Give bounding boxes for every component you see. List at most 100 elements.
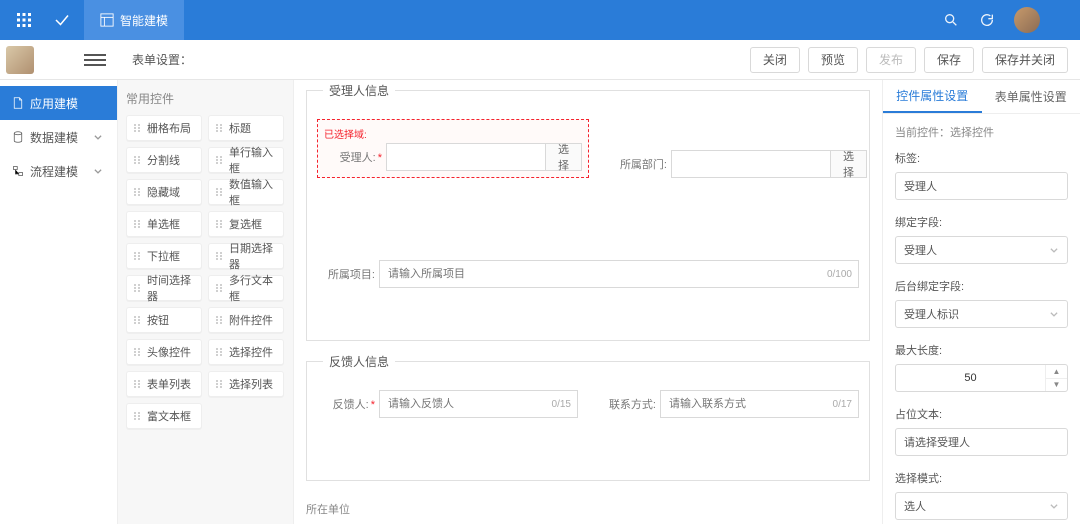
assignee-input[interactable]: 选择 [386, 143, 582, 171]
palette-chip[interactable]: 隐藏域 [126, 179, 202, 205]
assignee-field[interactable] [387, 144, 545, 170]
palette-chip[interactable]: 选择控件 [208, 339, 284, 365]
drag-handle-icon [215, 187, 225, 197]
palette-chip[interactable]: 头像控件 [126, 339, 202, 365]
chip-label: 多行文本框 [229, 272, 277, 304]
database-icon [12, 131, 24, 143]
apps-grid-icon[interactable] [10, 6, 38, 34]
prop-maxlen-title: 最大长度: [895, 342, 1068, 358]
palette-chip[interactable]: 标题 [208, 115, 284, 141]
breadcrumb[interactable]: 智能建模 [84, 0, 184, 40]
prop-bind-select[interactable]: 受理人 [895, 236, 1068, 264]
sub-bar: 表单设置： 关闭 预览 发布 保存 保存并关闭 [0, 40, 1080, 80]
unit-label: 所在单位 [306, 501, 870, 517]
project-input[interactable]: 0/100 [379, 260, 859, 288]
prop-maxlen-input[interactable]: 50 ▲ ▼ [895, 364, 1068, 392]
chip-label: 单行输入框 [229, 144, 277, 176]
prop-placeholder-title: 占位文本: [895, 406, 1068, 422]
chevron-down-icon [1049, 501, 1059, 511]
palette-chip[interactable]: 富文本框 [126, 403, 202, 429]
widget-palette: 常用控件 栅格布局标题分割线单行输入框隐藏域数值输入框单选框复选框下拉框日期选择… [118, 80, 294, 524]
palette-chip[interactable]: 多行文本框 [208, 275, 284, 301]
user-avatar[interactable] [1014, 7, 1040, 33]
reporter-input[interactable]: 0/15 [379, 390, 578, 418]
palette-chip[interactable]: 栅格布局 [126, 115, 202, 141]
drag-handle-icon [133, 155, 143, 165]
prop-placeholder-input[interactable] [895, 428, 1068, 456]
drag-handle-icon [133, 379, 143, 389]
prop-label-input[interactable] [895, 172, 1068, 200]
stepper-down-icon[interactable]: ▼ [1046, 379, 1067, 392]
drag-handle-icon [215, 251, 225, 261]
nav-label: 应用建模 [30, 95, 78, 112]
chip-label: 头像控件 [147, 344, 191, 360]
chip-label: 标题 [229, 120, 251, 136]
chip-label: 选择控件 [229, 344, 273, 360]
palette-chip[interactable]: 分割线 [126, 147, 202, 173]
refresh-icon[interactable] [972, 5, 1002, 35]
prop-backend-title: 后台绑定字段: [895, 278, 1068, 294]
drag-handle-icon [215, 315, 225, 325]
prop-mode-title: 选择模式: [895, 470, 1068, 486]
drag-handle-icon [133, 251, 143, 261]
contact-counter: 0/17 [833, 399, 858, 410]
dept-pick-button[interactable]: 选择 [830, 151, 866, 177]
palette-chip[interactable]: 下拉框 [126, 243, 202, 269]
palette-chip[interactable]: 表单列表 [126, 371, 202, 397]
selected-hint: 已选择域: [324, 126, 582, 141]
selected-widget-wrapper[interactable]: 已选择域: 受理人:* 选择 [317, 119, 589, 178]
nav-flow-modeling[interactable]: 流程建模 [0, 154, 117, 188]
form-canvas: 受理人信息 已选择域: 受理人:* 选择 所属部门: [294, 80, 882, 524]
palette-chip[interactable]: 日期选择器 [208, 243, 284, 269]
palette-chip[interactable]: 数值输入框 [208, 179, 284, 205]
save-button[interactable]: 保存 [924, 47, 974, 73]
layout-icon [100, 13, 114, 27]
chevron-down-icon [93, 166, 103, 176]
chip-label: 隐藏域 [147, 184, 180, 200]
nav-data-modeling[interactable]: 数据建模 [0, 120, 117, 154]
stepper-up-icon[interactable]: ▲ [1046, 365, 1067, 379]
prop-mode-select[interactable]: 选人 [895, 492, 1068, 520]
document-icon [12, 97, 24, 109]
prop-backend-select[interactable]: 受理人标识 [895, 300, 1068, 328]
preview-button[interactable]: 预览 [808, 47, 858, 73]
prop-bind-title: 绑定字段: [895, 214, 1068, 230]
chip-label: 选择列表 [229, 376, 273, 392]
chip-label: 单选框 [147, 216, 180, 232]
chip-label: 栅格布局 [147, 120, 191, 136]
chip-label: 复选框 [229, 216, 262, 232]
top-bar: 智能建模 [0, 0, 1080, 40]
workspace-avatar [6, 46, 34, 74]
reporter-field[interactable] [380, 391, 552, 417]
tab-widget-props[interactable]: 控件属性设置 [883, 80, 982, 113]
project-label: 所属项目: [317, 266, 375, 282]
tab-form-props[interactable]: 表单属性设置 [982, 80, 1080, 113]
palette-chip[interactable]: 单行输入框 [208, 147, 284, 173]
chip-label: 数值输入框 [229, 176, 277, 208]
project-field[interactable] [380, 261, 827, 287]
chip-label: 表单列表 [147, 376, 191, 392]
dept-input[interactable]: 选择 [671, 150, 867, 178]
brand-icon [48, 6, 76, 34]
palette-chip[interactable]: 复选框 [208, 211, 284, 237]
search-icon[interactable] [936, 5, 966, 35]
contact-field[interactable] [661, 391, 833, 417]
palette-chip[interactable]: 时间选择器 [126, 275, 202, 301]
publish-button[interactable]: 发布 [866, 47, 916, 73]
section-reporter: 反馈人信息 反馈人:* 0/15 联系方式: 0/17 [306, 361, 870, 481]
menu-toggle-icon[interactable] [84, 49, 106, 71]
chevron-down-icon [1049, 245, 1059, 255]
close-button[interactable]: 关闭 [750, 47, 800, 73]
chip-label: 按钮 [147, 312, 169, 328]
dept-field[interactable] [672, 151, 830, 177]
palette-chip[interactable]: 附件控件 [208, 307, 284, 333]
palette-chip[interactable]: 选择列表 [208, 371, 284, 397]
current-widget-note: 当前控件：选择控件 [895, 124, 1068, 140]
chevron-down-icon [93, 132, 103, 142]
palette-chip[interactable]: 单选框 [126, 211, 202, 237]
save-close-button[interactable]: 保存并关闭 [982, 47, 1068, 73]
palette-chip[interactable]: 按钮 [126, 307, 202, 333]
assignee-pick-button[interactable]: 选择 [545, 144, 581, 170]
nav-app-modeling[interactable]: 应用建模 [0, 86, 117, 120]
contact-input[interactable]: 0/17 [660, 390, 859, 418]
